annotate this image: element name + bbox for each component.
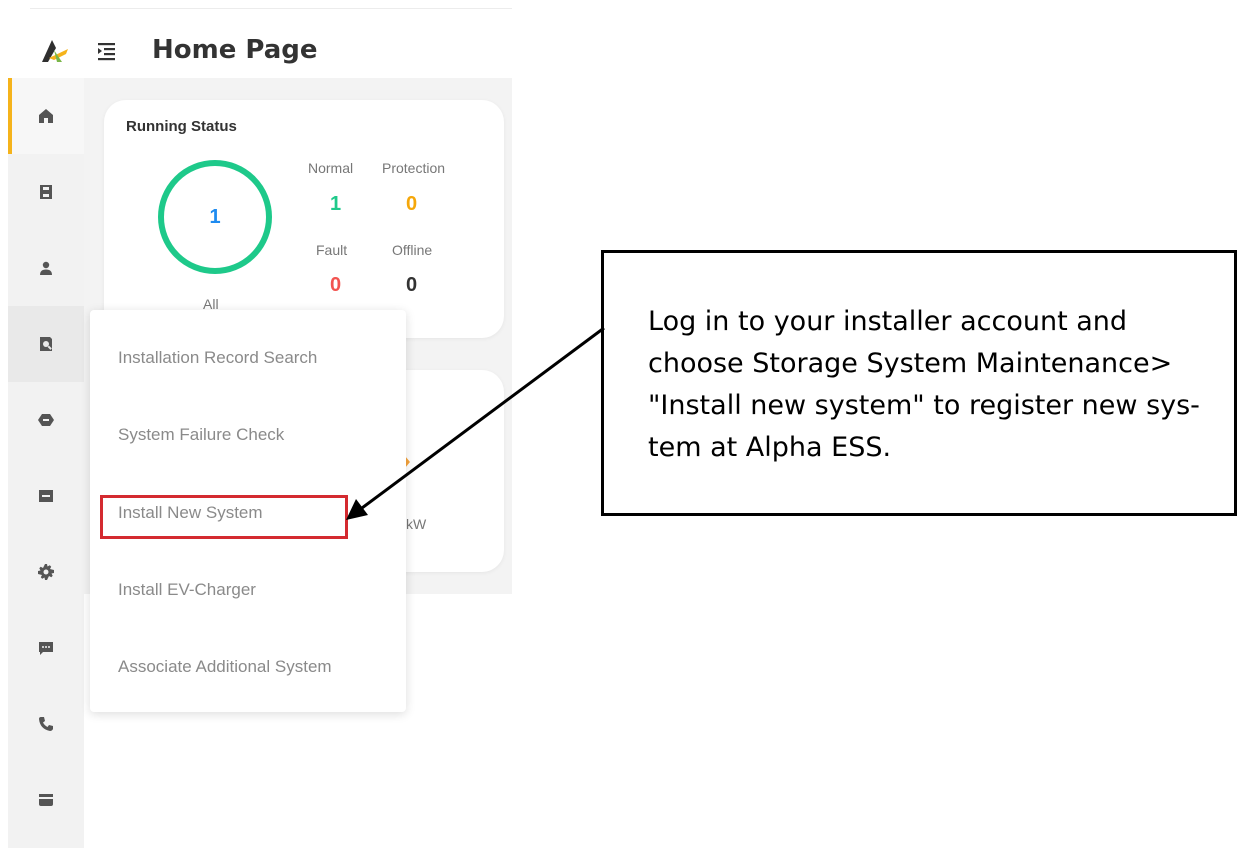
fault-label: Fault <box>316 242 348 258</box>
alpha-logo-icon <box>42 40 68 62</box>
sidebar-item-device[interactable] <box>8 382 84 458</box>
sidebar-item-contact[interactable] <box>8 686 84 762</box>
protection-label: Protection <box>382 160 446 176</box>
running-status-title: Running Status <box>126 118 237 135</box>
menu-toggle-icon[interactable] <box>94 38 120 64</box>
protection-count: 0 <box>406 193 418 215</box>
menu-item-install-ev-charger[interactable]: Install EV-Charger <box>118 580 256 600</box>
app-screenshot: Home Page Running Status 1 All Normal 1 … <box>0 0 512 848</box>
running-status-card: Running Status 1 All Normal 1 Protection… <box>104 100 504 338</box>
offline-label: Offline <box>392 242 433 258</box>
tray-icon <box>39 794 53 806</box>
sidebar-item-settings[interactable] <box>8 534 84 610</box>
status-ring: 1 <box>158 160 272 274</box>
sidebar-item-maintenance[interactable] <box>8 306 84 382</box>
active-indicator <box>8 78 12 154</box>
sidebar-item-inbox[interactable] <box>8 458 84 534</box>
menu-item-system-failure-check[interactable]: System Failure Check <box>118 425 284 445</box>
gear-icon <box>38 564 54 580</box>
normal-count: 1 <box>330 193 342 215</box>
phone-icon <box>39 717 53 731</box>
user-icon <box>40 261 52 275</box>
sidebar-item-messages[interactable] <box>8 610 84 686</box>
top-divider <box>30 8 512 9</box>
power-unit: kW <box>406 516 427 532</box>
sidebar-item-home[interactable] <box>8 78 84 154</box>
home-icon <box>39 109 53 123</box>
callout-text: Log in to your installer account and cho… <box>648 306 1200 463</box>
search-doc-icon <box>40 337 52 351</box>
sidebar <box>8 78 84 848</box>
highlight-box <box>100 495 348 539</box>
normal-label: Normal <box>308 160 354 176</box>
save-icon <box>40 185 52 199</box>
inbox-icon <box>39 490 53 502</box>
fault-count: 0 <box>330 274 342 296</box>
instruction-callout: Log in to your installer account and cho… <box>601 250 1237 516</box>
menu-item-associate-additional-system[interactable]: Associate Additional System <box>118 657 332 677</box>
menu-item-installation-record-search[interactable]: Installation Record Search <box>118 348 317 368</box>
sidebar-item-storage[interactable] <box>8 154 84 230</box>
sidebar-item-tray[interactable] <box>8 762 84 838</box>
hexagon-icon <box>38 414 54 426</box>
offline-count: 0 <box>406 274 418 296</box>
sidebar-item-user[interactable] <box>8 230 84 306</box>
page-title: Home Page <box>152 35 318 65</box>
chat-icon <box>39 642 53 655</box>
total-count: 1 <box>209 206 221 228</box>
app-header: Home Page <box>0 24 512 78</box>
